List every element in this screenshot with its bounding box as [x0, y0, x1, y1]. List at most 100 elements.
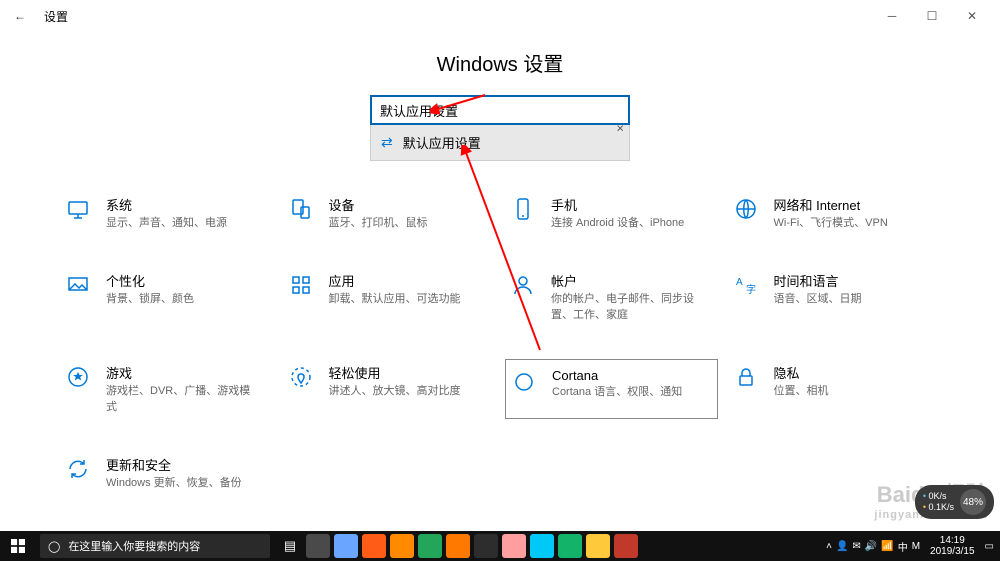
taskbar-search-placeholder: 在这里输入你要搜索的内容 [68, 538, 200, 554]
taskbar-app-1[interactable] [334, 534, 358, 558]
tile-title: 帐户 [551, 271, 701, 290]
page-title: Windows 设置 [0, 48, 1000, 77]
task-view-button[interactable]: ▤ [278, 534, 302, 558]
download-speed: 0.1K/s [928, 502, 954, 512]
taskbar-app-6[interactable] [474, 534, 498, 558]
tray-people-icon[interactable]: 👤 [836, 541, 848, 552]
tile-desc: 讲述人、放大镜、高对比度 [329, 384, 461, 399]
tile-title: 游戏 [106, 363, 256, 382]
tray-volume-icon[interactable]: 🔊 [865, 541, 877, 552]
svg-text:字: 字 [746, 283, 756, 296]
apps-icon [287, 271, 315, 299]
cortana-icon: ◯ [48, 540, 60, 553]
taskbar-app-5[interactable] [446, 534, 470, 558]
tile-desc: Wi-Fi、飞行模式、VPN [774, 216, 888, 231]
tile-desc: Cortana 语言、权限、通知 [552, 385, 682, 400]
tile-phone[interactable]: 手机连接 Android 设备、iPhone [505, 191, 718, 235]
tray-wifi-icon[interactable]: 📶 [881, 541, 893, 552]
suggestion-label: 默认应用设置 [403, 133, 481, 152]
taskbar-app-2[interactable] [362, 534, 386, 558]
taskbar-app-3[interactable] [390, 534, 414, 558]
tile-title: 轻松使用 [329, 363, 461, 382]
tile-desc: 蓝牙、打印机、鼠标 [329, 216, 428, 231]
start-button[interactable] [0, 531, 36, 561]
tile-title: 隐私 [774, 363, 829, 382]
taskbar-app-0[interactable] [306, 534, 330, 558]
tile-network[interactable]: 网络和 Internet Wi-Fi、飞行模式、VPN [728, 191, 941, 235]
system-icon [64, 195, 92, 223]
tile-desc: 连接 Android 设备、iPhone [551, 216, 684, 231]
upload-speed: 0K/s [928, 491, 946, 501]
tile-devices[interactable]: 设备蓝牙、打印机、鼠标 [283, 191, 496, 235]
taskbar-app-8[interactable] [530, 534, 554, 558]
taskbar-right: ˄ 👤 ✉ 🔊 📶 中 M 14:19 2019/3/15 ▭ [826, 535, 1000, 557]
titlebar: ← 设置 ─ ☐ ✕ [0, 0, 1000, 32]
tile-cortana[interactable]: Cortana Cortana 语言、权限、通知 [505, 359, 718, 419]
network-icon [732, 195, 760, 223]
search-container: × ⇄ 默认应用设置 [370, 95, 630, 161]
tile-title: Cortana [552, 368, 682, 383]
tile-privacy[interactable]: 隐私位置、相机 [728, 359, 941, 419]
minimize-button[interactable]: ─ [872, 9, 912, 23]
taskbar-apps [306, 531, 638, 561]
tray-m-icon[interactable]: M [912, 541, 920, 552]
tile-desc: 卸载、默认应用、可选功能 [329, 292, 461, 307]
tile-ease[interactable]: 轻松使用讲述人、放大镜、高对比度 [283, 359, 496, 419]
search-suggestion-item[interactable]: ⇄ 默认应用设置 [370, 125, 630, 161]
taskbar-clock[interactable]: 14:19 2019/3/15 [924, 535, 981, 557]
tile-personalization[interactable]: 个性化背景、锁屏、颜色 [60, 267, 273, 327]
cortana-icon [510, 368, 538, 396]
tile-title: 系统 [106, 195, 227, 214]
tile-title: 应用 [329, 271, 461, 290]
tile-gaming[interactable]: 游戏游戏栏、DVR、广播、游戏模式 [60, 359, 273, 419]
back-button[interactable]: ← [8, 9, 32, 23]
close-button[interactable]: ✕ [952, 9, 992, 23]
privacy-icon [732, 363, 760, 391]
tile-apps[interactable]: 应用卸载、默认应用、可选功能 [283, 267, 496, 327]
tile-title: 手机 [551, 195, 684, 214]
clear-search-button[interactable]: × [616, 121, 624, 136]
maximize-button[interactable]: ☐ [912, 9, 952, 23]
taskbar-app-10[interactable] [586, 534, 610, 558]
tile-title: 个性化 [106, 271, 194, 290]
clock-time: 14:19 [930, 535, 975, 546]
tile-system[interactable]: 系统显示、声音、通知、电源 [60, 191, 273, 235]
time-icon: A字 [732, 271, 760, 299]
notification-center-button[interactable]: ▭ [985, 541, 994, 552]
taskbar-app-4[interactable] [418, 534, 442, 558]
tile-desc: 背景、锁屏、颜色 [106, 292, 194, 307]
taskbar-search[interactable]: ◯ 在这里输入你要搜索的内容 [40, 534, 270, 558]
tray-ime-icon[interactable]: 中 [898, 539, 908, 554]
tile-update[interactable]: 更新和安全 Windows 更新、恢复、备份 [60, 451, 273, 495]
tile-title: 网络和 Internet [774, 195, 888, 214]
clock-date: 2019/3/15 [930, 546, 975, 557]
window-controls: ─ ☐ ✕ [872, 9, 992, 23]
taskbar-app-9[interactable] [558, 534, 582, 558]
tray-msg-icon[interactable]: ✉ [852, 541, 860, 552]
update-icon [64, 455, 92, 483]
suggestion-icon: ⇄ [381, 134, 393, 151]
tile-desc: 游戏栏、DVR、广播、游戏模式 [106, 384, 256, 415]
tile-accounts[interactable]: 帐户你的帐户、电子邮件、同步设置、工作、家庭 [505, 267, 718, 327]
usage-circle: 48% [960, 489, 986, 515]
taskbar-left-icons: ▤ [278, 531, 302, 561]
devices-icon [287, 195, 315, 223]
tray-up-icon[interactable]: ˄ [826, 541, 832, 552]
tile-desc: Windows 更新、恢复、备份 [106, 476, 242, 491]
accounts-icon [509, 271, 537, 299]
tile-desc: 显示、声音、通知、电源 [106, 216, 227, 231]
net-speed-badge: • 0K/s • 0.1K/s 48% [915, 485, 994, 519]
settings-grid: 系统显示、声音、通知、电源设备蓝牙、打印机、鼠标手机连接 Android 设备、… [60, 191, 940, 495]
tile-desc: 位置、相机 [774, 384, 829, 399]
gaming-icon [64, 363, 92, 391]
search-input[interactable] [370, 95, 630, 125]
window-title: 设置 [44, 8, 68, 25]
taskbar-app-7[interactable] [502, 534, 526, 558]
tile-time[interactable]: A字时间和语言语音、区域、日期 [728, 267, 941, 327]
tile-title: 更新和安全 [106, 455, 242, 474]
taskbar-app-11[interactable] [614, 534, 638, 558]
phone-icon [509, 195, 537, 223]
tile-desc: 你的帐户、电子邮件、同步设置、工作、家庭 [551, 292, 701, 323]
taskbar: ◯ 在这里输入你要搜索的内容 ▤ ˄ 👤 ✉ 🔊 📶 中 M 14:19 201… [0, 531, 1000, 561]
ease-icon [287, 363, 315, 391]
